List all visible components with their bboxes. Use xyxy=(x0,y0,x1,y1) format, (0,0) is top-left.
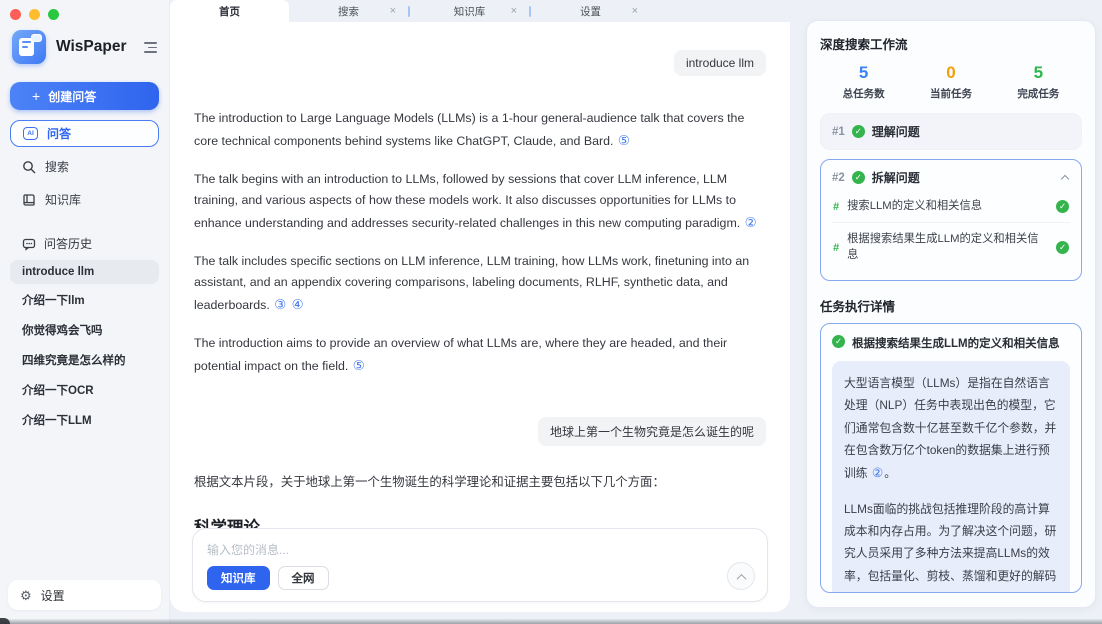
history-item[interactable]: 你觉得鸡会飞吗 xyxy=(10,316,159,344)
create-qa-button[interactable]: + 创建问答 xyxy=(10,82,159,110)
workflow-step-2[interactable]: #2 ✓ 拆解问题 # 搜索LLM的定义和相关信息 ✓ # 根据搜索结果生成LL… xyxy=(820,159,1082,281)
window-bottom-edge xyxy=(0,619,1102,624)
history-list: introduce llm 介绍一下llm 你觉得鸡会飞吗 四维究竟是怎么样的 … xyxy=(0,252,169,442)
gear-icon: ⚙ xyxy=(20,589,32,602)
stat-total-tasks: 5 总任务数 xyxy=(820,63,907,101)
history-item[interactable]: 介绍一下llm xyxy=(10,286,159,314)
qa-chat-icon: AI xyxy=(23,127,38,140)
plus-icon: + xyxy=(32,88,40,104)
knowledge-base-toggle-button[interactable]: 知识库 xyxy=(207,566,270,590)
tab-knowledge-base[interactable]: 知识库 × xyxy=(410,0,529,22)
tab-home[interactable]: 首页 xyxy=(170,0,289,22)
app-title: WisPaper xyxy=(56,38,131,56)
task-stats: 5 总任务数 0 当前任务 5 完成任务 xyxy=(820,63,1082,101)
workflow-title: 深度搜索工作流 xyxy=(820,34,1082,53)
task-detail-card: ✓ 根据搜索结果生成LLM的定义和相关信息 大型语言模型（LLMs）是指在自然语… xyxy=(820,323,1082,593)
chevron-up-icon[interactable] xyxy=(1061,175,1069,183)
assistant-paragraph: The introduction to Large Language Model… xyxy=(194,108,766,153)
chat-history-icon xyxy=(22,237,36,251)
close-icon[interactable]: × xyxy=(390,6,396,17)
sidebar-item-search[interactable]: 搜索 xyxy=(10,153,159,180)
message-input-area: 知识库 全网 xyxy=(192,528,768,602)
settings-button[interactable]: ⚙ 设置 xyxy=(8,580,161,610)
subtask-row: # 搜索LLM的定义和相关信息 ✓ xyxy=(832,190,1070,222)
assistant-paragraph: The introduction aims to provide an over… xyxy=(194,333,766,378)
assistant-paragraph: The talk begins with an introduction to … xyxy=(194,169,766,235)
sidebar: WisPaper + 创建问答 AI 问答 搜索 知识库 xyxy=(0,0,170,624)
detail-paragraph: LLMs面临的挑战包括推理阶段的高计算成本和内存占用。为了解决这个问题，研究人员… xyxy=(844,498,1058,593)
check-circle-icon: ✓ xyxy=(852,125,865,138)
user-message-bubble: 地球上第一个生物究竟是怎么诞生的呢 xyxy=(538,417,766,446)
tab-bar: 首页 搜索 × 知识库 × 设置 × xyxy=(170,0,802,22)
check-circle-icon: ✓ xyxy=(832,335,845,348)
stat-completed-tasks: 5 完成任务 xyxy=(995,63,1082,101)
sidebar-collapse-icon[interactable] xyxy=(141,40,157,54)
chat-message-list[interactable]: introduce llm The introduction to Large … xyxy=(170,22,790,528)
search-icon xyxy=(22,160,36,174)
check-circle-icon: ✓ xyxy=(1056,200,1069,213)
assistant-paragraph: The talk includes specific sections on L… xyxy=(194,251,766,317)
hash-icon: # xyxy=(833,242,839,254)
check-circle-icon: ✓ xyxy=(852,171,865,184)
zoom-window-button[interactable] xyxy=(48,9,59,20)
send-button[interactable] xyxy=(727,562,755,590)
book-icon xyxy=(22,193,36,207)
task-detail-content[interactable]: 大型语言模型（LLMs）是指在自然语言处理（NLP）任务中表现出色的模型，它们通… xyxy=(832,361,1070,593)
user-message-bubble: introduce llm xyxy=(674,50,766,76)
detail-paragraph: 大型语言模型（LLMs）是指在自然语言处理（NLP）任务中表现出色的模型，它们通… xyxy=(844,372,1058,486)
tab-search[interactable]: 搜索 × xyxy=(289,0,408,22)
close-icon[interactable]: × xyxy=(511,6,517,17)
stat-current-task: 0 当前任务 xyxy=(907,63,994,101)
history-item[interactable]: introduce llm xyxy=(10,260,159,284)
deep-search-workflow-panel: 深度搜索工作流 5 总任务数 0 当前任务 5 完成任务 #1 ✓ 理解问题 #… xyxy=(806,20,1096,608)
hash-icon: # xyxy=(833,201,839,213)
sidebar-nav: AI 问答 搜索 知识库 xyxy=(0,120,169,213)
chat-main-panel: introduce llm The introduction to Large … xyxy=(170,22,790,612)
subtask-row: # 根据搜索结果生成LLM的定义和相关信息 ✓ xyxy=(832,222,1070,271)
workflow-step-1[interactable]: #1 ✓ 理解问题 xyxy=(820,113,1082,150)
history-item[interactable]: 介绍一下OCR xyxy=(10,376,159,404)
web-search-toggle-button[interactable]: 全网 xyxy=(278,566,329,590)
answer-heading: 科学理论 xyxy=(194,514,766,528)
app-brand: WisPaper xyxy=(0,24,169,74)
tab-settings[interactable]: 设置 × xyxy=(531,0,650,22)
history-section-header: 问答历史 xyxy=(0,235,169,252)
history-item[interactable]: 介绍一下LLM xyxy=(10,406,159,434)
message-input[interactable] xyxy=(207,543,589,557)
app-logo-icon xyxy=(12,30,46,64)
close-icon[interactable]: × xyxy=(632,6,638,17)
task-details-title: 任务执行详情 xyxy=(820,296,1082,315)
check-circle-icon: ✓ xyxy=(1056,241,1069,254)
history-item[interactable]: 四维究竟是怎么样的 xyxy=(10,346,159,374)
minimize-window-button[interactable] xyxy=(29,9,40,20)
arrow-up-icon xyxy=(736,573,746,583)
close-window-button[interactable] xyxy=(10,9,21,20)
sidebar-item-knowledge-base[interactable]: 知识库 xyxy=(10,186,159,213)
sidebar-item-qa[interactable]: AI 问答 xyxy=(10,120,159,147)
window-controls[interactable] xyxy=(0,0,169,24)
assistant-paragraph: 根据文本片段，关于地球上第一个生物诞生的科学理论和证据主要包括以下几个方面： xyxy=(194,472,766,493)
